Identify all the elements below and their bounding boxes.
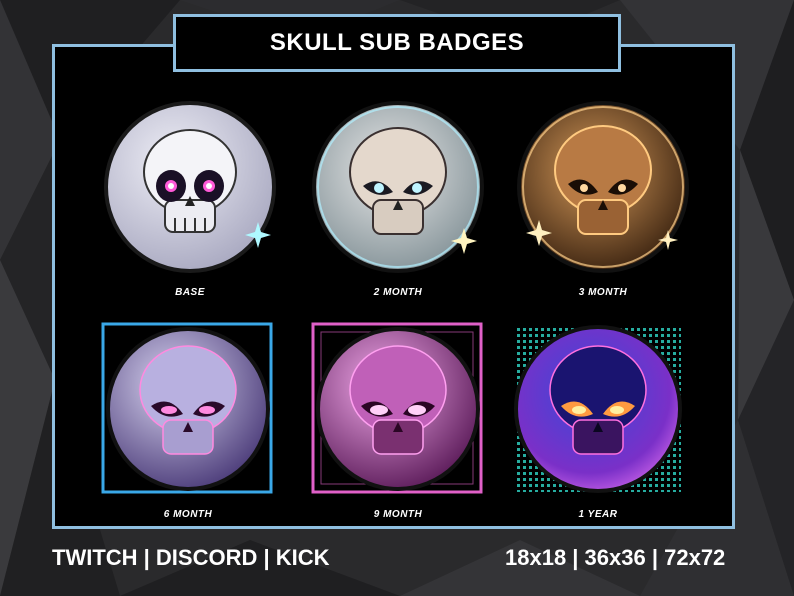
skull-magenta-icon: [311, 322, 483, 494]
badge-base: [103, 100, 277, 274]
badge-label-2-month: 2 MONTH: [373, 287, 423, 298]
skull-neon-icon: [514, 325, 682, 493]
badge-label-6-month: 6 MONTH: [163, 509, 213, 520]
title-banner: SKULL SUB BADGES: [173, 14, 621, 72]
badge-label-1-year: 1 YEAR: [578, 509, 618, 520]
page-title: SKULL SUB BADGES: [269, 29, 525, 56]
size-list: 18x18 | 36x36 | 72x72: [505, 545, 726, 570]
badge-1-year: [511, 322, 685, 496]
skull-white-icon: [104, 101, 276, 273]
badge-6-month: [101, 322, 275, 496]
skull-orange-icon: [517, 101, 689, 273]
skull-lavender-icon: [101, 322, 273, 494]
skull-cyan-icon: [312, 101, 484, 273]
platform-list: TWITCH | DISCORD | KICK: [52, 545, 330, 570]
badge-2-month: [311, 100, 485, 274]
badge-label-base: BASE: [175, 287, 205, 298]
badge-3-month: [516, 100, 690, 274]
badge-label-9-month: 9 MONTH: [373, 509, 423, 520]
badge-label-3-month: 3 MONTH: [578, 287, 628, 298]
badge-9-month: [311, 322, 485, 496]
